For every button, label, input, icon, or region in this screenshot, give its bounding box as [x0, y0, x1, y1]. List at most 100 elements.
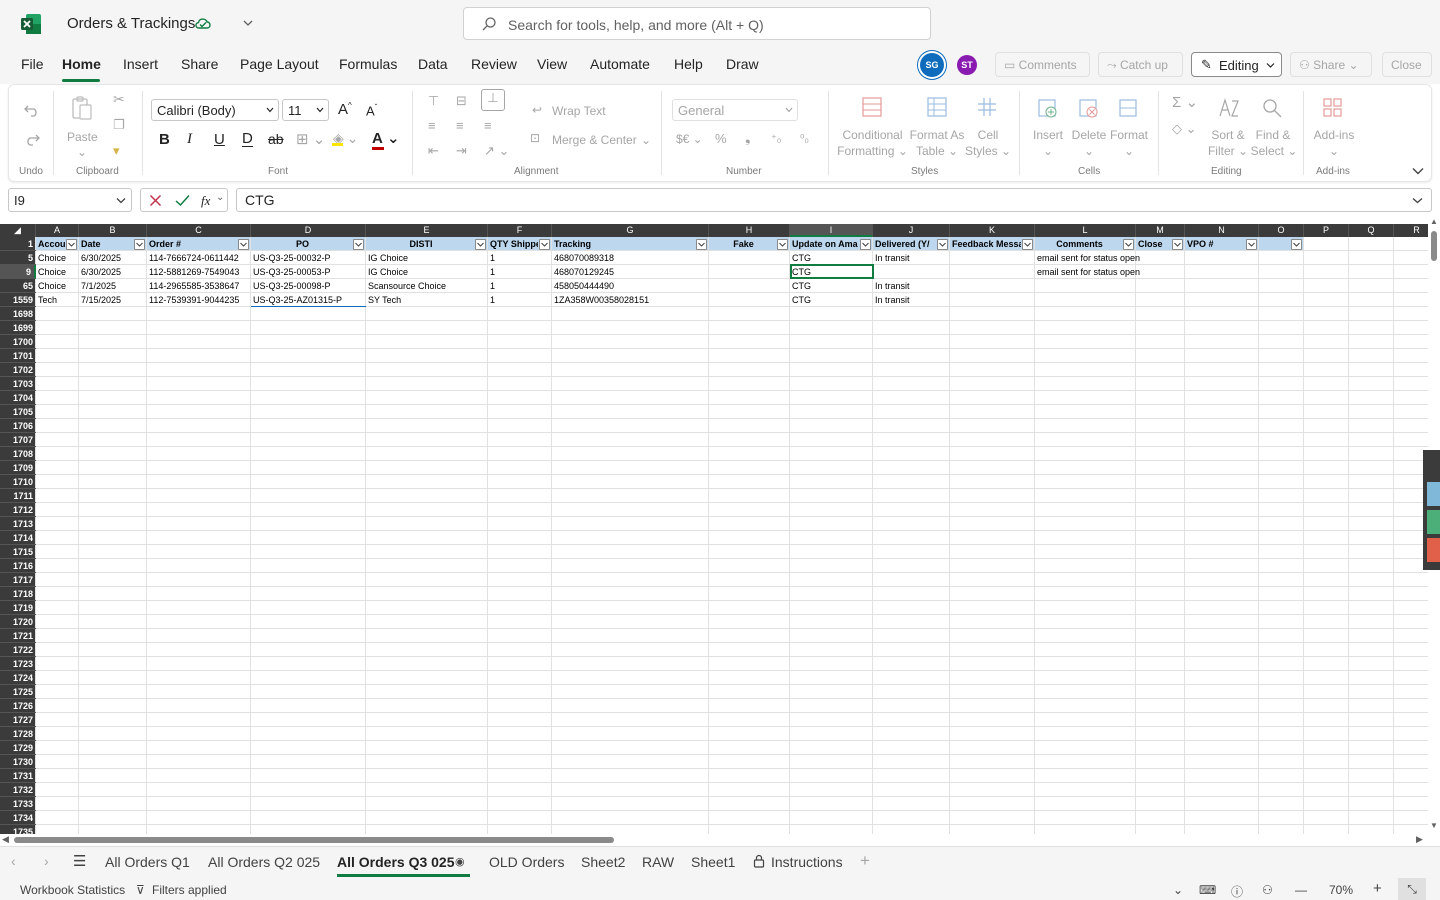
- sort-filter-icon[interactable]: [1218, 97, 1240, 119]
- filter-dropdown-icon[interactable]: [777, 239, 788, 250]
- name-box[interactable]: I9: [8, 188, 132, 212]
- font-name-select[interactable]: Calibri (Body): [151, 99, 279, 121]
- menu-file[interactable]: File: [21, 56, 44, 72]
- scroll-down-icon[interactable]: ▼: [1430, 821, 1438, 830]
- decrease-font-icon[interactable]: Aˇ: [366, 103, 377, 118]
- column-header[interactable]: I: [790, 224, 873, 237]
- table-cell[interactable]: 1: [488, 251, 552, 265]
- filter-dropdown-icon[interactable]: [1246, 239, 1257, 250]
- cell-styles-icon[interactable]: [977, 97, 997, 117]
- filter-dropdown-icon[interactable]: [696, 239, 707, 250]
- table-cell[interactable]: 114-2965585-3538647: [147, 279, 251, 293]
- column-header[interactable]: K: [950, 224, 1035, 237]
- row-header[interactable]: 1718: [0, 587, 36, 601]
- table-cell[interactable]: Choice: [36, 279, 79, 293]
- align-center-icon[interactable]: ≡: [456, 118, 464, 133]
- comma-style-icon[interactable]: ❟: [745, 129, 751, 146]
- row-header[interactable]: 1730: [0, 755, 36, 769]
- table-cell[interactable]: 7/15/2025: [79, 293, 147, 307]
- table-cell[interactable]: Scansource Choice: [366, 279, 488, 293]
- format-cells-icon[interactable]: [1117, 97, 1139, 119]
- fill-color-icon[interactable]: ◈ ⌄: [331, 130, 358, 147]
- menu-home[interactable]: Home: [62, 56, 101, 72]
- row-header[interactable]: 1700: [0, 335, 36, 349]
- menu-help[interactable]: Help: [674, 56, 703, 72]
- row-header[interactable]: 1702: [0, 363, 36, 377]
- scroll-right-icon[interactable]: ▶: [1416, 834, 1423, 845]
- cell-styles-button[interactable]: Styles ⌄: [964, 144, 1012, 159]
- borders-icon[interactable]: ⊞ ⌄: [296, 130, 325, 148]
- column-header[interactable]: M: [1136, 224, 1185, 237]
- table-header-cell[interactable]: PO: [251, 237, 352, 251]
- insert-cells-icon[interactable]: [1036, 97, 1058, 119]
- add-ins-button[interactable]: Add-ins: [1311, 128, 1357, 143]
- table-cell[interactable]: email sent for status open: [1035, 251, 1185, 265]
- decrease-indent-icon[interactable]: ⇤: [428, 143, 439, 159]
- menu-formulas[interactable]: Formulas: [339, 56, 397, 72]
- table-cell[interactable]: US-Q3-25-00053-P: [251, 265, 366, 279]
- table-cell[interactable]: 112-5881269-7549043: [147, 265, 251, 279]
- decrease-decimal-icon[interactable]: ⁰₀: [800, 132, 809, 145]
- clear-icon[interactable]: ◇ ⌄: [1172, 121, 1197, 137]
- row-header[interactable]: 1722: [0, 643, 36, 657]
- row-header[interactable]: 1704: [0, 391, 36, 405]
- row-header[interactable]: 65: [0, 279, 36, 293]
- row-header[interactable]: 1727: [0, 713, 36, 727]
- table-header-cell[interactable]: VPO #: [1185, 237, 1245, 251]
- italic-icon[interactable]: I: [187, 131, 192, 148]
- double-underline-icon[interactable]: D: [242, 131, 253, 147]
- filter-dropdown-icon[interactable]: [937, 239, 948, 250]
- column-header[interactable]: D: [251, 224, 366, 237]
- confirm-icon[interactable]: [175, 194, 190, 207]
- column-header[interactable]: N: [1185, 224, 1259, 237]
- filter-dropdown-icon[interactable]: [1291, 239, 1302, 250]
- avatar[interactable]: ST: [957, 55, 977, 75]
- row-header[interactable]: 5: [0, 251, 36, 265]
- table-cell[interactable]: Choice: [36, 251, 79, 265]
- row-header[interactable]: 1721: [0, 629, 36, 643]
- table-cell[interactable]: CTG: [790, 293, 873, 307]
- filter-dropdown-icon[interactable]: [1123, 239, 1134, 250]
- table-cell[interactable]: Choice: [36, 265, 79, 279]
- chevron-down-icon[interactable]: ⌄: [1173, 883, 1183, 897]
- row-header[interactable]: 1717: [0, 573, 36, 587]
- increase-decimal-icon[interactable]: ⁺₀: [771, 132, 781, 145]
- table-header-cell[interactable]: Tracking: [552, 237, 695, 251]
- row-header[interactable]: 1709: [0, 461, 36, 475]
- scroll-left-icon[interactable]: ◀: [2, 834, 9, 845]
- find-select-button[interactable]: Find &: [1252, 128, 1294, 143]
- row-header[interactable]: 1731: [0, 769, 36, 783]
- cell-styles-button[interactable]: Cell: [969, 128, 1007, 143]
- column-header[interactable]: J: [873, 224, 950, 237]
- table-cell[interactable]: 1: [488, 279, 552, 293]
- sheet-tab[interactable]: All Orders Q1: [105, 854, 190, 870]
- table-cell[interactable]: US-Q3-25-00098-P: [251, 279, 366, 293]
- delete-cells-icon[interactable]: [1077, 97, 1099, 119]
- row-header[interactable]: 1: [0, 237, 36, 251]
- bold-icon[interactable]: B: [159, 131, 170, 148]
- table-header-cell[interactable]: Update on Ama: [790, 237, 859, 251]
- table-cell[interactable]: 6/30/2025: [79, 251, 147, 265]
- table-cell[interactable]: IG Choice: [366, 251, 488, 265]
- search-input[interactable]: Search for tools, help, and more (Alt + …: [463, 7, 931, 40]
- fit-to-window-icon[interactable]: ⤡: [1398, 878, 1426, 900]
- menu-data[interactable]: Data: [418, 56, 448, 72]
- panel-tab[interactable]: [1427, 538, 1440, 562]
- horizontal-scrollbar[interactable]: ◀ ▶: [0, 834, 1428, 846]
- table-header-cell[interactable]: DISTI: [366, 237, 474, 251]
- table-cell[interactable]: SY Tech: [366, 293, 488, 307]
- align-top-icon[interactable]: ⊤: [428, 93, 439, 109]
- increase-indent-icon[interactable]: ⇥: [456, 143, 467, 159]
- format-painter-icon[interactable]: ▾: [113, 143, 120, 159]
- merge-icon[interactable]: ⊡: [530, 131, 540, 145]
- row-header[interactable]: 1698: [0, 307, 36, 321]
- align-right-icon[interactable]: ≡: [484, 118, 492, 133]
- filter-dropdown-icon[interactable]: [66, 239, 77, 250]
- document-title[interactable]: Orders & Trackings: [67, 15, 195, 32]
- row-header[interactable]: 1711: [0, 489, 36, 503]
- comments-button[interactable]: ▭ Comments: [995, 52, 1090, 77]
- row-header[interactable]: 9: [0, 265, 36, 279]
- sheet-tab[interactable]: RAW: [642, 854, 674, 870]
- select-all-corner[interactable]: ◢: [0, 224, 36, 237]
- sort-filter-button[interactable]: Filter ⌄: [1205, 144, 1251, 159]
